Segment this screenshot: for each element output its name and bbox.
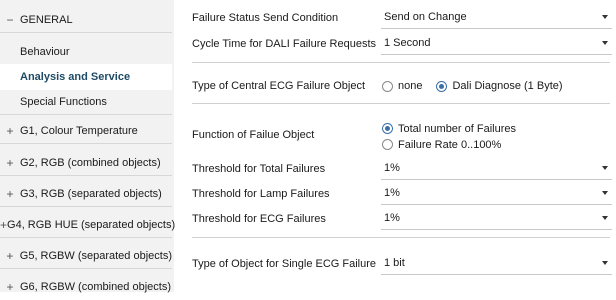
function-failure-label: Function of Failue Object (192, 129, 315, 141)
radio-label: Total number of Failures (398, 122, 516, 135)
sidebar-item-g5[interactable]: + G5, RGBW (separated objects) (0, 243, 172, 269)
expand-icon[interactable]: + (0, 156, 20, 170)
threshold-total-dropdown[interactable]: 1% (381, 157, 612, 180)
radio-failure-rate[interactable]: Failure Rate 0..100% (382, 137, 501, 152)
chevron-down-icon (602, 166, 608, 170)
failure-status-dropdown[interactable]: Send on Change (381, 6, 612, 29)
threshold-lamp-label: Threshold for Lamp Failures (192, 188, 330, 200)
radio-circle-icon (382, 139, 393, 150)
sidebar-item-label: G6, RGBW (combined objects) (20, 281, 171, 293)
chevron-down-icon (602, 41, 608, 45)
cycle-time-dropdown[interactable]: 1 Second (381, 32, 612, 55)
radio-label: Dali Diagnose (1 Byte) (452, 80, 563, 92)
sidebar-item-label: Analysis and Service (20, 71, 131, 83)
radio-total-number[interactable]: Total number of Failures (382, 121, 516, 136)
dropdown-value: 1% (384, 187, 400, 199)
sidebar-item-behaviour[interactable]: Behaviour (0, 39, 172, 65)
dropdown-value: 1% (384, 162, 400, 174)
single-ecg-dropdown[interactable]: 1 bit (381, 252, 612, 275)
chevron-down-icon (602, 216, 608, 220)
threshold-total-label: Threshold for Total Failures (192, 163, 326, 175)
dropdown-value: 1 Second (384, 37, 431, 49)
expand-icon[interactable]: + (0, 187, 20, 201)
sidebar-item-special-functions[interactable]: Special Functions (0, 89, 172, 115)
sidebar-item-label: G3, RGB (separated objects) (20, 187, 162, 200)
radio-selected-icon (382, 123, 393, 134)
sidebar-item-label: G5, RGBW (separated objects) (19, 249, 172, 262)
radio-none[interactable]: none (382, 80, 422, 92)
sidebar-item-g2[interactable]: + G2, RGB (combined objects) (0, 150, 172, 176)
sidebar-item-analysis-and-service[interactable]: Analysis and Service (0, 64, 172, 90)
divider (192, 62, 610, 63)
radio-selected-icon (436, 80, 448, 92)
divider (192, 237, 610, 238)
sidebar-item-g4[interactable]: + G4, RGB HUE (separated objects) (0, 212, 176, 238)
sidebar-item-general[interactable]: − GENERAL (0, 7, 172, 33)
threshold-ecg-label: Threshold for ECG Failures (192, 213, 326, 225)
dropdown-value: 1% (384, 212, 400, 224)
threshold-ecg-dropdown[interactable]: 1% (381, 207, 612, 230)
chevron-down-icon (602, 261, 608, 265)
sidebar-item-label: GENERAL (20, 13, 73, 26)
sidebar: − GENERAL Behaviour Analysis and Service… (0, 0, 176, 294)
chevron-down-icon (602, 191, 608, 195)
sidebar-item-g6[interactable]: + G6, RGBW (combined objects) (0, 274, 172, 300)
expand-icon[interactable]: + (0, 249, 20, 263)
sidebar-item-label: G2, RGB (combined objects) (20, 156, 161, 169)
dropdown-value: Send on Change (384, 11, 467, 23)
threshold-lamp-dropdown[interactable]: 1% (381, 182, 612, 205)
failure-status-label: Failure Status Send Condition (192, 12, 339, 24)
expand-icon[interactable]: + (0, 218, 7, 232)
sidebar-item-label: Special Functions (20, 95, 107, 108)
single-ecg-label: Type of Object for Single ECG Failure (192, 258, 377, 270)
radio-circle-icon (382, 80, 393, 92)
sidebar-item-label: Behaviour (20, 46, 70, 58)
central-ecg-label: Type of Central ECG Failure Object (192, 80, 366, 92)
radio-label: none (398, 80, 423, 92)
collapse-icon[interactable]: − (0, 13, 20, 27)
function-failure-radio-group: Total number of Failures Failure Rate 0.… (382, 121, 530, 153)
divider (192, 103, 610, 104)
central-ecg-radio-group: none Dali Diagnose (1 Byte) (382, 78, 577, 94)
sidebar-item-g3[interactable]: + G3, RGB (separated objects) (0, 181, 172, 207)
chevron-down-icon (602, 15, 608, 19)
sidebar-item-label: G4, RGB HUE (separated objects) (7, 218, 176, 231)
sidebar-item-g1[interactable]: + G1, Colour Temperature (0, 118, 172, 144)
radio-label: Failure Rate 0..100% (398, 138, 502, 151)
dropdown-value: 1 bit (384, 257, 405, 269)
cycle-time-label: Cycle Time for DALI Failure Requests (192, 38, 377, 50)
expand-icon[interactable]: + (0, 124, 20, 138)
sidebar-item-label: G1, Colour Temperature (20, 124, 138, 137)
radio-dali-diagnose[interactable]: Dali Diagnose (1 Byte) (436, 80, 563, 92)
